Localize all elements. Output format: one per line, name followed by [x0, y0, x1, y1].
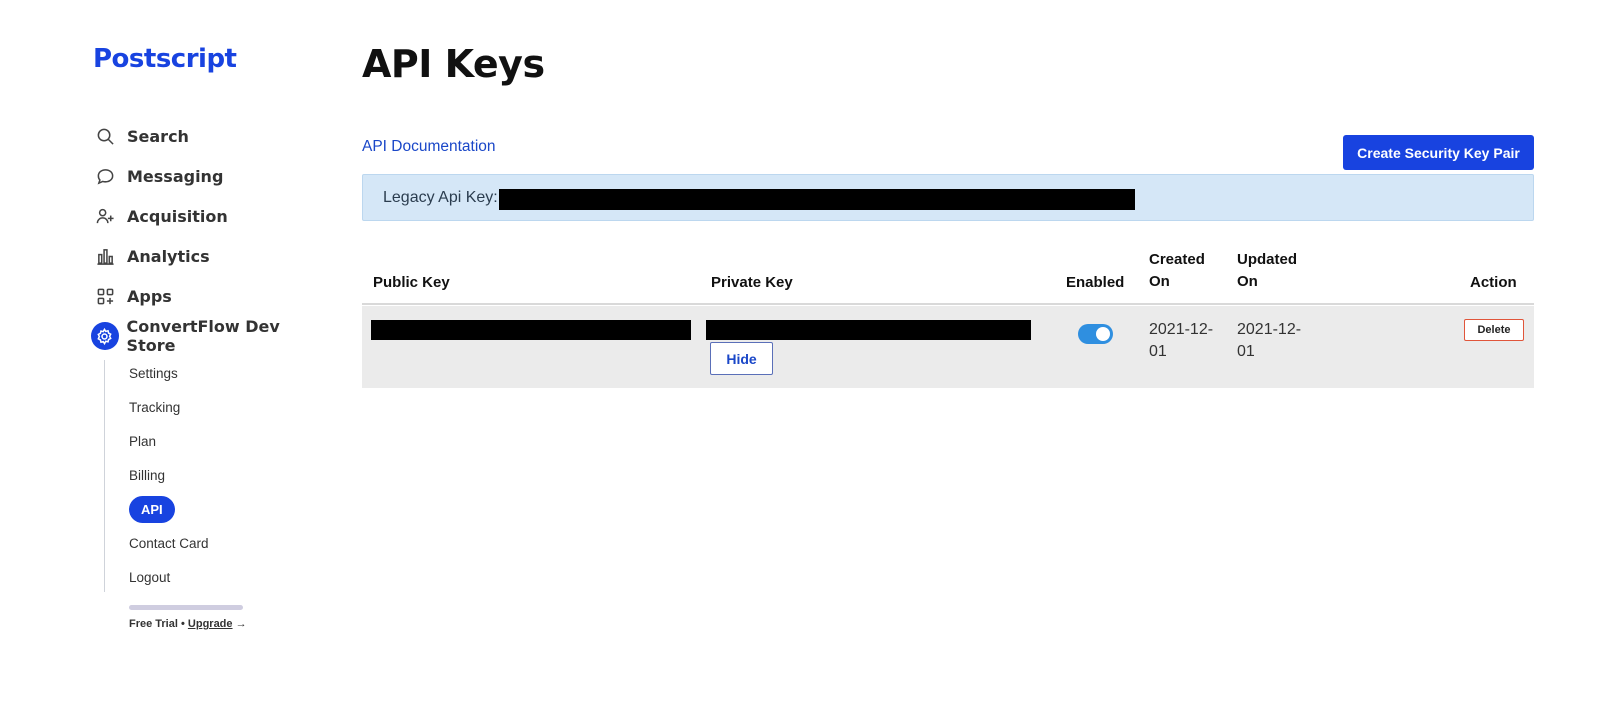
created-date-line1: 2021-12- [1149, 321, 1214, 338]
column-header-created-on: Created On [1149, 249, 1205, 293]
column-header-updated-line1: Updated [1237, 251, 1297, 268]
subnav-item-tracking[interactable]: Tracking [129, 400, 180, 415]
sidebar-item-label: ConvertFlow Dev Store [126, 317, 280, 355]
trial-progress-bar [129, 605, 243, 610]
sidebar-item-label: Messaging [127, 166, 224, 186]
user-add-icon [91, 202, 119, 230]
api-documentation-link[interactable]: API Documentation [362, 138, 496, 156]
apps-grid-icon [91, 282, 119, 310]
sidebar-nav: Search Messaging Acquisition Analytics A… [91, 116, 331, 356]
delete-key-button[interactable]: Delete [1464, 319, 1524, 341]
updated-date-line2: 01 [1237, 343, 1255, 360]
sidebar-item-store[interactable]: ConvertFlow Dev Store [91, 316, 331, 356]
trial-separator: • [180, 618, 185, 630]
trial-status: Free Trial • Upgrade → [129, 618, 247, 630]
column-header-created-line2: On [1149, 273, 1170, 290]
api-keys-table-header: Public Key Private Key Enabled Created O… [362, 240, 1534, 305]
page-title: API Keys [362, 42, 545, 86]
subnav-item-logout[interactable]: Logout [129, 570, 170, 585]
column-header-updated-line2: On [1237, 273, 1258, 290]
created-date-line2: 01 [1149, 343, 1167, 360]
table-row: Hide 2021-12- 01 2021-12- 01 Delete [362, 306, 1534, 388]
sidebar-item-label: Acquisition [127, 206, 228, 226]
column-header-public-key: Public Key [373, 274, 450, 291]
column-header-private-key: Private Key [711, 274, 793, 291]
sidebar-item-messaging[interactable]: Messaging [91, 156, 331, 196]
search-icon [91, 122, 119, 150]
sidebar-item-analytics[interactable]: Analytics [91, 236, 331, 276]
create-security-key-pair-button[interactable]: Create Security Key Pair [1343, 135, 1534, 170]
chat-bubble-icon [91, 162, 119, 190]
updated-date-line1: 2021-12- [1237, 321, 1302, 338]
sidebar-item-label: Analytics [127, 246, 210, 266]
public-key-redacted-value [371, 320, 691, 340]
bar-chart-icon [91, 242, 119, 270]
legacy-api-key-label: Legacy Api Key: [383, 189, 498, 206]
column-header-action: Action [1470, 274, 1517, 291]
toggle-knob [1096, 327, 1110, 341]
legacy-api-key-banner: Legacy Api Key: [362, 174, 1534, 221]
subnav-item-contact-card[interactable]: Contact Card [129, 536, 209, 551]
column-header-updated-on: Updated On [1237, 249, 1297, 293]
created-on-cell: 2021-12- 01 [1149, 319, 1213, 363]
sidebar-item-label: Apps [127, 286, 172, 306]
arrow-right-icon: → [235, 618, 247, 630]
legacy-api-key-redacted-value [499, 189, 1135, 210]
subnav-item-billing[interactable]: Billing [129, 468, 165, 483]
postscript-logo[interactable]: Postscript [93, 44, 237, 74]
hide-private-key-button[interactable]: Hide [710, 342, 773, 375]
sidebar-item-apps[interactable]: Apps [91, 276, 331, 316]
trial-status-label: Free Trial [129, 618, 178, 630]
sidebar-item-search[interactable]: Search [91, 116, 331, 156]
enabled-toggle[interactable] [1078, 324, 1113, 344]
upgrade-link[interactable]: Upgrade [188, 618, 233, 630]
store-subnav: Settings Tracking Plan Billing API Conta… [104, 360, 304, 592]
subnav-item-settings[interactable]: Settings [129, 366, 178, 381]
subnav-item-plan[interactable]: Plan [129, 434, 156, 449]
sidebar-item-label: Search [127, 126, 189, 146]
column-header-enabled: Enabled [1066, 274, 1125, 291]
private-key-redacted-value [706, 320, 1031, 340]
updated-on-cell: 2021-12- 01 [1237, 319, 1301, 363]
subnav-item-api[interactable]: API [129, 496, 175, 523]
sidebar-item-acquisition[interactable]: Acquisition [91, 196, 331, 236]
column-header-created-line1: Created [1149, 251, 1205, 268]
gear-icon [91, 322, 119, 350]
